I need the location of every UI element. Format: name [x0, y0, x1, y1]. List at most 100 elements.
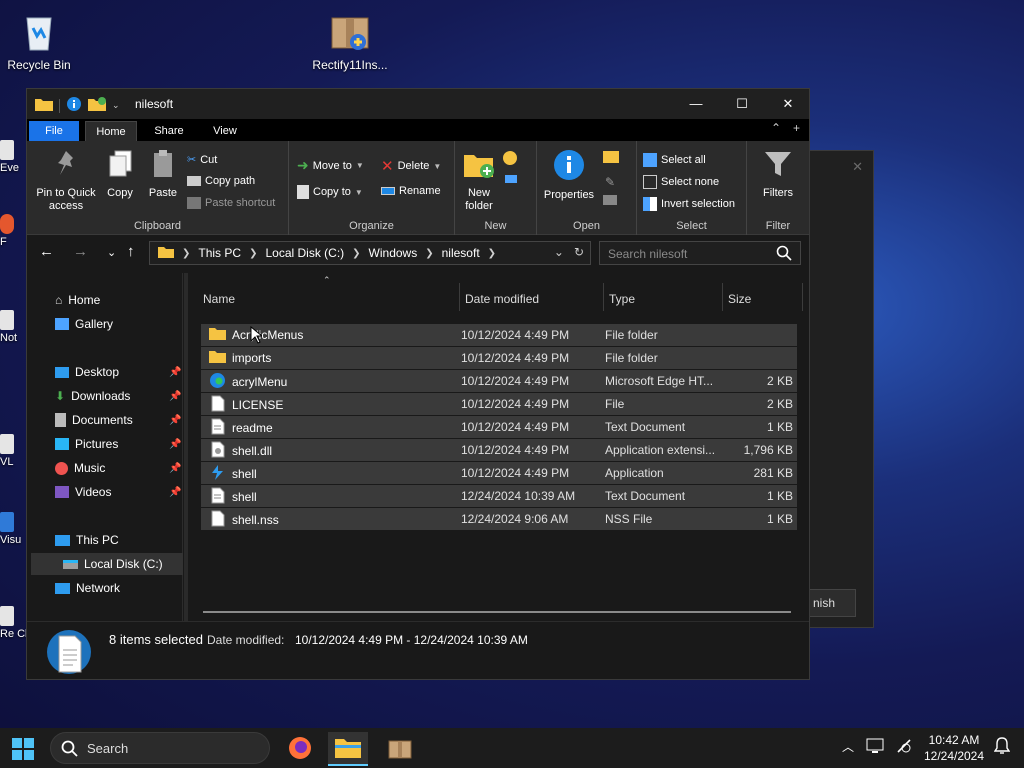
nav-item-home[interactable]: ⌂ Home — [55, 289, 100, 311]
file-row[interactable]: AcrylicMenus 10/12/2024 4:49 PM File fol… — [201, 324, 797, 346]
new-folder-icon[interactable] — [88, 97, 106, 114]
breadcrumb-windows[interactable]: Windows — [369, 246, 418, 260]
pin-icon[interactable]: 📌 — [169, 415, 181, 426]
filters-button[interactable]: Filters — [757, 149, 799, 200]
search-box[interactable]: Search nilesoft — [599, 241, 801, 265]
taskbar-search-box[interactable]: Search — [50, 732, 270, 764]
file-row[interactable]: LICENSE 10/12/2024 4:49 PM File 2 KB — [201, 393, 797, 415]
new-item-icon[interactable] — [503, 151, 517, 165]
invert-selection-button[interactable]: Invert selection — [643, 197, 735, 211]
nav-item-music[interactable]: Music 📌 — [55, 457, 181, 479]
breadcrumb-this-pc[interactable]: This PC — [198, 246, 241, 260]
nav-item-downloads[interactable]: ⬇ Downloads 📌 — [55, 385, 181, 407]
chevron-down-icon[interactable]: ⌄ — [112, 100, 120, 111]
move-to-button[interactable]: ➜ Move to ▼ — [297, 157, 364, 174]
column-header-size[interactable]: Size — [728, 273, 798, 325]
taskbar-firefox[interactable] — [280, 732, 320, 766]
address-breadcrumb[interactable]: ❯ This PC ❯ Local Disk (C:) ❯ Windows ❯ … — [149, 241, 591, 265]
finish-button[interactable]: nish — [806, 589, 856, 617]
tab-home[interactable]: Home — [85, 121, 137, 141]
desktop-partial-icon[interactable]: Re Cl — [0, 606, 26, 640]
pin-icon[interactable]: 📌 — [169, 391, 181, 402]
network-disconnected-icon[interactable] — [896, 738, 914, 757]
column-divider[interactable] — [459, 283, 460, 311]
nav-item-videos[interactable]: Videos 📌 — [55, 481, 181, 503]
copy-path-button[interactable]: Copy path — [187, 175, 255, 187]
nav-pane-scrollbar[interactable] — [184, 273, 188, 621]
copy-button[interactable]: Copy — [103, 149, 137, 200]
forward-arrow-icon[interactable]: → — [73, 243, 88, 260]
file-row[interactable]: shell.nss 12/24/2024 9:06 AM NSS File 1 … — [201, 508, 797, 530]
pin-icon[interactable]: 📌 — [169, 367, 181, 378]
nav-item-gallery[interactable]: Gallery — [55, 313, 113, 335]
up-arrow-icon[interactable]: ↑ — [127, 243, 135, 260]
column-divider[interactable] — [603, 283, 604, 311]
address-history-chevron-icon[interactable]: ⌄ — [554, 245, 564, 259]
breadcrumb-local-disk[interactable]: Local Disk (C:) — [265, 246, 344, 260]
desktop-partial-icon[interactable]: VL — [0, 434, 26, 468]
column-divider[interactable] — [802, 283, 803, 311]
easy-access-icon[interactable] — [505, 175, 517, 183]
paste-shortcut-button[interactable]: Paste shortcut — [187, 197, 275, 209]
recent-locations-chevron-icon[interactable]: ⌄ — [107, 246, 116, 259]
column-header-type[interactable]: Type — [609, 273, 721, 325]
tab-share[interactable]: Share — [143, 121, 195, 141]
nav-item-documents[interactable]: Documents 📌 — [55, 409, 181, 431]
refresh-icon[interactable]: ↻ — [574, 245, 584, 259]
close-button[interactable]: ✕ — [765, 89, 811, 119]
file-row[interactable]: acrylMenu 10/12/2024 4:49 PM Microsoft E… — [201, 370, 797, 392]
windows-start-icon[interactable] — [12, 738, 34, 763]
copy-to-button[interactable]: Copy to ▼ — [297, 185, 363, 199]
file-row[interactable]: shell 10/12/2024 4:49 PM Application 281… — [201, 462, 797, 484]
column-header-name[interactable]: Name ⌃ — [203, 273, 459, 325]
pin-icon[interactable]: 📌 — [169, 463, 181, 474]
collapse-ribbon-icon[interactable]: ⌃ — [771, 121, 781, 135]
select-none-button[interactable]: Select none — [643, 175, 719, 189]
nav-item-pictures[interactable]: Pictures 📌 — [55, 433, 181, 455]
horizontal-scrollbar[interactable] — [203, 611, 791, 613]
nav-item-network[interactable]: Network — [55, 577, 120, 599]
breadcrumb-nilesoft[interactable]: nilesoft — [442, 246, 480, 260]
desktop-partial-icon[interactable]: F — [0, 214, 26, 248]
nav-item-this-pc[interactable]: This PC — [55, 529, 119, 551]
add-icon[interactable]: + — [793, 121, 800, 135]
column-header-date-modified[interactable]: Date modified — [465, 273, 603, 325]
nav-item-local-disk[interactable]: Local Disk (C:) — [31, 553, 183, 575]
desktop-partial-icon[interactable]: Not — [0, 310, 26, 344]
new-folder-button[interactable]: New folder — [459, 149, 499, 213]
file-row[interactable]: shell.dll 10/12/2024 4:49 PM Application… — [201, 439, 797, 461]
history-icon[interactable] — [603, 195, 617, 205]
title-bar[interactable]: ⌄ nilesoft — ☐ ✕ — [27, 89, 809, 119]
taskbar-file-explorer[interactable] — [328, 732, 368, 766]
rename-button[interactable]: Rename — [381, 185, 441, 197]
column-divider[interactable] — [722, 283, 723, 311]
search-icon[interactable] — [776, 245, 792, 264]
tab-file[interactable]: File — [29, 121, 79, 141]
open-folder-icon[interactable] — [603, 151, 619, 163]
maximize-button[interactable]: ☐ — [719, 89, 765, 119]
file-row[interactable]: imports 10/12/2024 4:49 PM File folder — [201, 347, 797, 369]
pin-icon[interactable]: 📌 — [169, 487, 181, 498]
minimize-button[interactable]: — — [673, 89, 719, 119]
paste-button[interactable]: Paste — [143, 149, 183, 200]
desktop-icon-recycle-bin[interactable]: Recycle Bin — [1, 10, 77, 72]
desktop-icon-rectify11[interactable]: Rectify11Ins... — [312, 10, 388, 72]
tab-view[interactable]: View — [199, 121, 251, 141]
display-icon[interactable] — [866, 738, 884, 757]
nav-item-desktop[interactable]: Desktop 📌 — [55, 361, 181, 383]
pin-icon[interactable]: 📌 — [169, 439, 181, 450]
properties-button[interactable]: Properties — [541, 149, 597, 202]
pin-to-quick-access-button[interactable]: Pin to Quick access — [31, 149, 101, 213]
desktop-partial-icon[interactable]: Eve — [0, 140, 26, 174]
properties-icon[interactable] — [66, 96, 82, 115]
cut-button[interactable]: ✂ Cut — [187, 153, 217, 167]
tray-overflow-chevron-icon[interactable]: ︿ — [842, 738, 854, 755]
file-row[interactable]: readme 10/12/2024 4:49 PM Text Document … — [201, 416, 797, 438]
taskbar-installer[interactable] — [380, 732, 420, 766]
desktop-partial-icon[interactable]: Visu — [0, 512, 26, 546]
delete-button[interactable]: ✕ Delete ▼ — [381, 157, 441, 175]
notification-bell-icon[interactable] — [993, 737, 1011, 758]
select-all-button[interactable]: Select all — [643, 153, 706, 167]
file-row[interactable]: shell 12/24/2024 10:39 AM Text Document … — [201, 485, 797, 507]
close-icon[interactable]: ✕ — [852, 159, 863, 175]
